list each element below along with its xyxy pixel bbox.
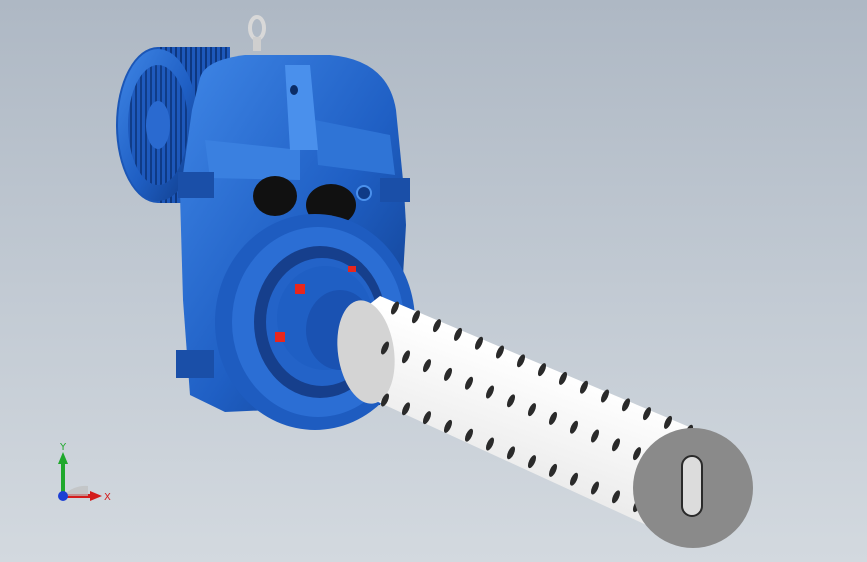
- y-axis-label: Y: [59, 442, 67, 453]
- x-axis-arrow-icon: [90, 491, 102, 501]
- lifting-eye: [248, 15, 266, 51]
- output-shaft: [337, 296, 753, 548]
- coordinate-triad: Y X: [58, 442, 111, 503]
- z-axis-dot-icon: [58, 491, 68, 501]
- gear-motor-model[interactable]: [0, 0, 867, 562]
- y-axis-arrow-icon: [58, 452, 68, 464]
- cad-3d-viewport[interactable]: Y X: [0, 0, 867, 562]
- x-axis-label: X: [104, 492, 111, 503]
